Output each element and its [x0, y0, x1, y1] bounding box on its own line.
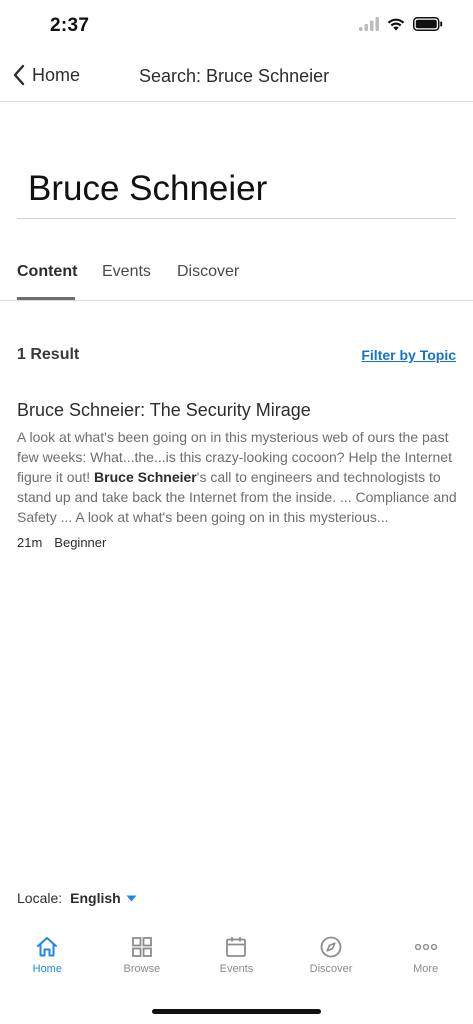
tab-events[interactable]: Events [102, 263, 151, 281]
bottom-navigation: Home Browse Events Discover More [0, 935, 473, 991]
result-item[interactable]: Bruce Schneier: The Security Mirage A lo… [17, 400, 457, 550]
tab-content[interactable]: Content [17, 263, 77, 281]
bottom-nav-events[interactable]: Events [189, 935, 284, 991]
battery-icon [413, 17, 443, 31]
result-meta: 21m Beginner [17, 535, 457, 550]
active-tab-indicator [17, 297, 75, 300]
page-title: Search: Bruce Schneier [139, 66, 330, 86]
locale-dropdown[interactable]: English [70, 890, 137, 906]
back-button-label: Home [32, 64, 81, 85]
caret-down-icon [126, 895, 137, 901]
locale-value: English [70, 890, 121, 906]
more-dots-icon [414, 943, 437, 951]
bottom-nav-label: Home [32, 963, 62, 975]
compass-icon [320, 936, 342, 958]
filter-by-topic-link[interactable]: Filter by Topic [361, 347, 456, 363]
bottom-nav-label: Browse [123, 963, 161, 975]
home-indicator [152, 1009, 321, 1014]
locale-label: Locale: [17, 890, 63, 906]
bottom-nav-more[interactable]: More [378, 935, 473, 991]
tab-discover[interactable]: Discover [177, 263, 239, 281]
home-icon [37, 937, 58, 957]
bottom-nav-label: Events [219, 963, 254, 975]
search-input[interactable] [17, 160, 456, 218]
wifi-icon [387, 18, 405, 31]
bottom-nav-discover[interactable]: Discover [284, 935, 379, 991]
result-duration: 21m [17, 535, 43, 550]
bottom-nav-home[interactable]: Home [0, 935, 95, 991]
navigation-bar: Home Search: Bruce Schneier [0, 54, 473, 102]
status-bar: 2:37 [0, 0, 473, 54]
results-count: 1 Result [17, 346, 80, 363]
bottom-nav-browse[interactable]: Browse [95, 935, 190, 991]
search-field [17, 160, 456, 219]
signal-icon [359, 17, 379, 31]
locale-selector: Locale: English [17, 890, 137, 906]
calendar-icon [226, 937, 247, 957]
grid-icon [131, 937, 152, 957]
status-icons [359, 17, 443, 31]
bottom-nav-label: More [413, 963, 439, 975]
chevron-left-icon [13, 64, 25, 86]
result-description-highlight: Bruce Schneier [94, 469, 197, 485]
tab-bar: Content Events Discover [0, 250, 473, 301]
result-title: Bruce Schneier: The Security Mirage [17, 400, 311, 420]
status-time: 2:37 [50, 15, 90, 36]
result-description: A look at what's been going on in this m… [17, 427, 457, 527]
result-level: Beginner [54, 535, 107, 550]
back-button[interactable]: Home [12, 64, 80, 86]
bottom-nav-label: Discover [309, 963, 353, 975]
